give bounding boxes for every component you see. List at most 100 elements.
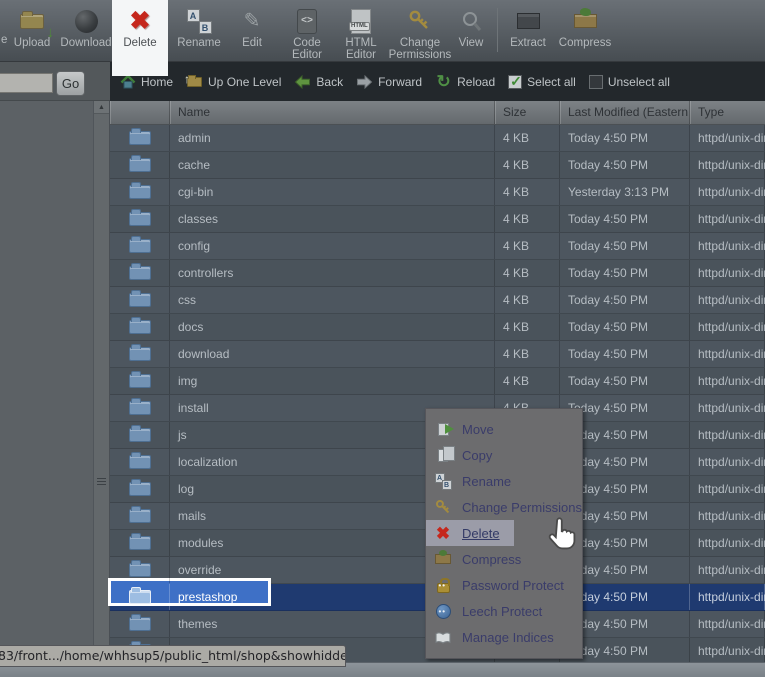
file-type: httpd/unix-directory — [690, 557, 765, 583]
table-row[interactable]: admin 4 KB Today 4:50 PM httpd/unix-dire… — [110, 125, 765, 152]
toolbar-item-rename[interactable]: AB Rename — [172, 5, 226, 49]
folder-icon — [110, 611, 170, 637]
folder-icon — [110, 449, 170, 475]
html-editor-icon: HTML — [336, 5, 386, 37]
toolbar-item-extract[interactable]: Extract — [504, 5, 552, 49]
file-size: 4 KB — [495, 179, 560, 205]
file-name[interactable]: css — [170, 287, 495, 313]
rename-ab-icon: AB — [172, 5, 226, 37]
nav-item-select-all[interactable]: Select all — [508, 75, 576, 89]
toolbar-item-html-editor[interactable]: HTML HTML Editor — [336, 5, 386, 61]
table-row[interactable]: controllers 4 KB Today 4:50 PM httpd/uni… — [110, 260, 765, 287]
toolbar-item-compress[interactable]: Compress — [556, 5, 614, 49]
folder-icon — [110, 125, 170, 151]
table-row[interactable]: img 4 KB Today 4:50 PM httpd/unix-direct… — [110, 368, 765, 395]
nav-item-label: Home — [141, 75, 173, 89]
table-row[interactable]: cgi-bin 4 KB Yesterday 3:13 PM httpd/uni… — [110, 179, 765, 206]
nav-item-forward[interactable]: Forward — [356, 73, 422, 90]
folder-icon — [110, 584, 170, 610]
toolbar-item-change-permissions[interactable]: Change Permissions — [384, 5, 456, 61]
folder-icon — [110, 530, 170, 556]
folder-icon — [110, 260, 170, 286]
nav-item-unselect-all[interactable]: Unselect all — [589, 75, 670, 89]
path-input[interactable] — [0, 73, 53, 93]
go-button[interactable]: Go — [56, 71, 85, 96]
file-modified: Yesterday 3:13 PM — [560, 179, 690, 205]
arrow-left-green-icon — [294, 73, 311, 90]
menu-item-label: Move — [462, 422, 494, 437]
nav-item-up-one-level[interactable]: ↑ Up One Level — [186, 73, 281, 90]
toolbar-item-upload[interactable]: ↓ Upload — [8, 5, 56, 49]
file-name[interactable]: classes — [170, 206, 495, 232]
file-type: httpd/unix-directory — [690, 206, 765, 232]
folder-icon — [110, 476, 170, 502]
file-type: httpd/unix-directory — [690, 125, 765, 151]
context-menu-item-rename[interactable]: AB Rename — [426, 468, 582, 494]
context-menu-item-leech-protect[interactable]: Leech Protect — [426, 598, 582, 624]
toolbar-item-partial[interactable]: e — [1, 34, 7, 46]
download-sphere-icon — [56, 5, 116, 37]
toolbar-item-edit[interactable]: ✎ Edit — [230, 5, 274, 49]
file-modified: Today 4:50 PM — [560, 152, 690, 178]
toolbar-item-label: View — [450, 37, 492, 49]
scroll-up-arrow-icon[interactable]: ▲ — [94, 101, 109, 114]
file-name[interactable]: docs — [170, 314, 495, 340]
toolbar-item-code-editor[interactable]: <> Code Editor — [278, 5, 336, 61]
menu-item-label: Compress — [462, 552, 521, 567]
key-icon — [384, 5, 456, 37]
table-row[interactable]: download 4 KB Today 4:50 PM httpd/unix-d… — [110, 341, 765, 368]
table-row[interactable]: classes 4 KB Today 4:50 PM httpd/unix-di… — [110, 206, 765, 233]
checkbox-checked-icon[interactable] — [508, 75, 522, 89]
context-menu-item-manage-indices[interactable]: Manage Indices — [426, 624, 582, 650]
table-row[interactable]: docs 4 KB Today 4:50 PM httpd/unix-direc… — [110, 314, 765, 341]
edit-pencil-icon: ✎ — [230, 5, 274, 37]
context-menu-item-copy[interactable]: Copy — [426, 442, 582, 468]
table-row[interactable]: config 4 KB Today 4:50 PM httpd/unix-dir… — [110, 233, 765, 260]
extract-box-icon — [504, 5, 552, 37]
table-header: Name Size Last Modified (Eastern Standar… — [110, 101, 765, 125]
table-row[interactable]: css 4 KB Today 4:50 PM httpd/unix-direct… — [110, 287, 765, 314]
file-name[interactable]: cache — [170, 152, 495, 178]
column-header-type[interactable]: Type — [690, 101, 765, 124]
column-header-modified[interactable]: Last Modified (Eastern Standard Time) — [560, 101, 690, 124]
file-name[interactable]: config — [170, 233, 495, 259]
folder-icon — [110, 206, 170, 232]
toolbar-item-delete[interactable]: ✖ Delete — [114, 5, 166, 49]
left-panel-header: Go — [0, 62, 110, 101]
key-icon — [433, 498, 453, 516]
context-menu-item-move[interactable]: Move — [426, 416, 582, 442]
file-modified: Today 4:50 PM — [560, 260, 690, 286]
nav-item-reload[interactable]: ↻ Reload — [435, 73, 495, 90]
checkbox-empty-icon[interactable] — [589, 75, 603, 89]
file-type: httpd/unix-directory — [690, 395, 765, 421]
context-menu-item-password-protect[interactable]: Password Protect — [426, 572, 582, 598]
column-header-name[interactable]: Name — [170, 101, 495, 124]
column-header-icon[interactable] — [110, 101, 170, 124]
file-modified: Today 4:50 PM — [560, 341, 690, 367]
folder-icon — [110, 152, 170, 178]
toolbar-item-view[interactable]: View — [450, 5, 492, 49]
file-name[interactable]: download — [170, 341, 495, 367]
toolbar-item-label: Compress — [556, 37, 614, 49]
file-modified: Today 4:50 PM — [560, 233, 690, 259]
splitter-grip-icon[interactable] — [97, 478, 106, 487]
folder-icon — [110, 557, 170, 583]
file-name[interactable]: admin — [170, 125, 495, 151]
file-name[interactable]: img — [170, 368, 495, 394]
rename-ab-icon: AB — [433, 472, 453, 490]
padlock-icon — [433, 576, 453, 594]
file-name[interactable]: cgi-bin — [170, 179, 495, 205]
nav-item-back[interactable]: Back — [294, 73, 343, 90]
toolbar-item-label: Code Editor — [278, 37, 336, 61]
toolbar-item-label: Download — [56, 37, 116, 49]
toolbar-item-label: Edit — [230, 37, 274, 49]
leech-protect-icon — [433, 602, 453, 620]
table-row[interactable]: cache 4 KB Today 4:50 PM httpd/unix-dire… — [110, 152, 765, 179]
folder-icon — [110, 503, 170, 529]
column-header-size[interactable]: Size — [495, 101, 560, 124]
file-type: httpd/unix-directory — [690, 530, 765, 556]
file-name[interactable]: controllers — [170, 260, 495, 286]
menu-item-label: Manage Indices — [462, 630, 554, 645]
file-size: 4 KB — [495, 260, 560, 286]
toolbar-item-download[interactable]: Download — [56, 5, 116, 49]
